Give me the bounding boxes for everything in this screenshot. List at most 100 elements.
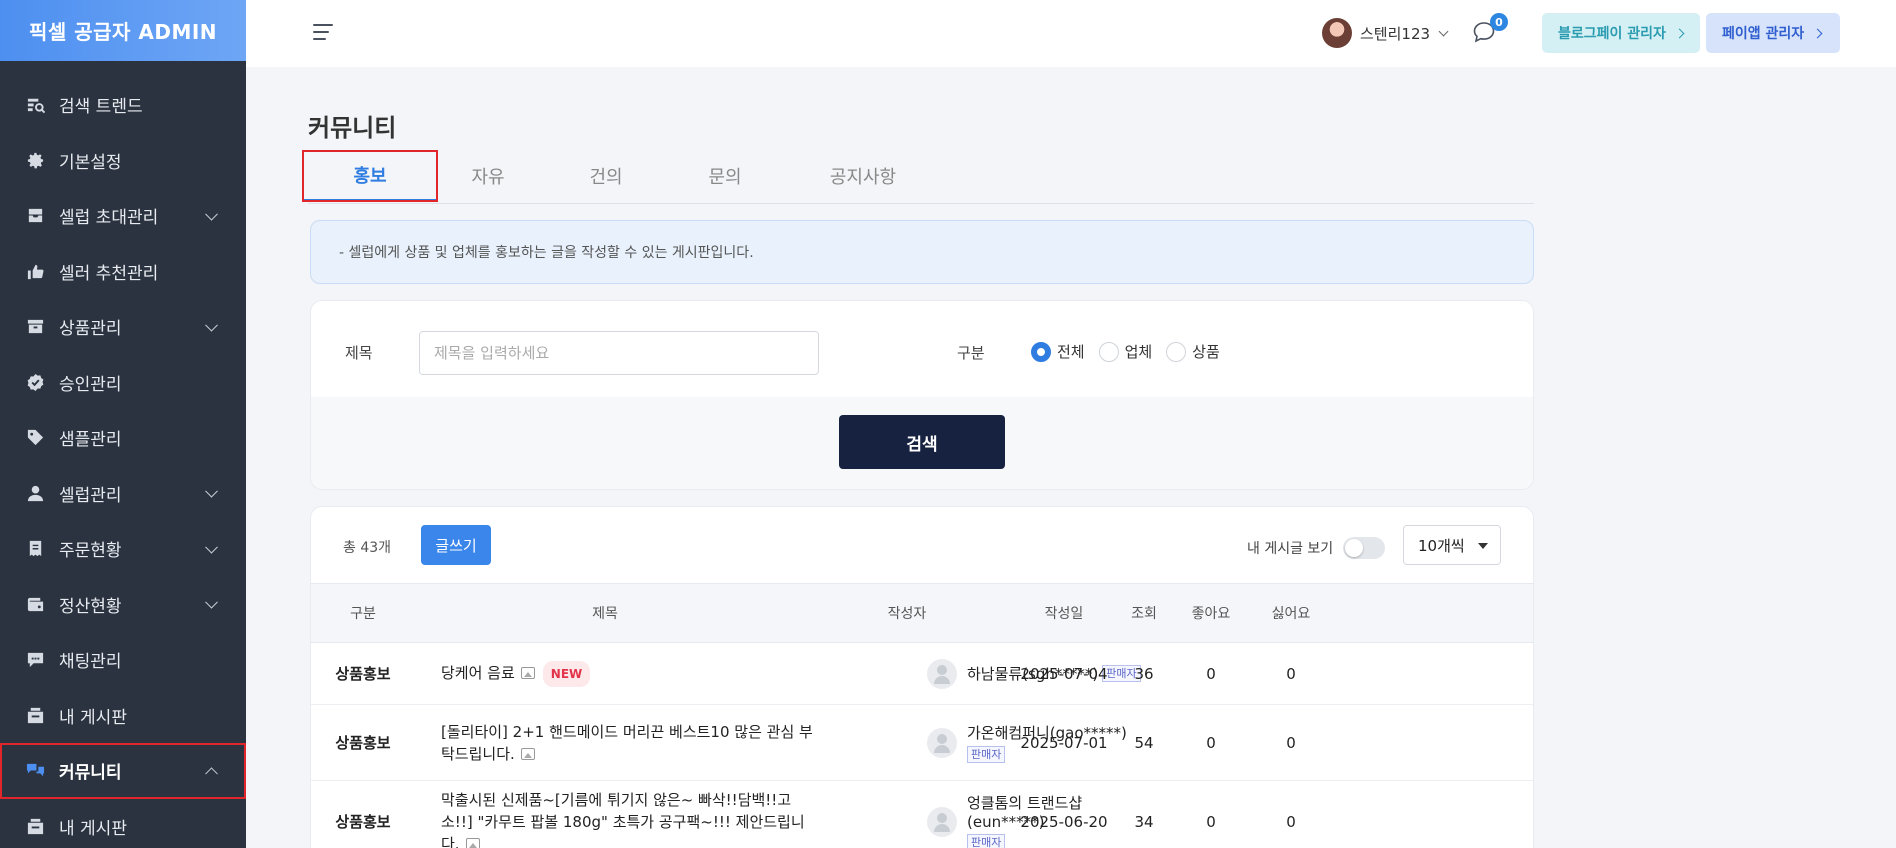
sidebar-item-2[interactable]: 셀럽 초대관리	[0, 188, 246, 244]
gear-icon	[25, 150, 45, 170]
sidebar-item-3[interactable]: 셀러 추천관리	[0, 244, 246, 300]
likes-cell: 0	[1206, 733, 1216, 752]
column-header: 구분	[350, 606, 376, 622]
radio-all-label: 전체	[1057, 343, 1085, 361]
write-post-button[interactable]: 글쓰기	[421, 525, 491, 565]
table-header: 구분 제목 작성자 작성일 조회 좋아요 싫어요	[311, 583, 1533, 643]
chat-count-badge: 0	[1490, 13, 1508, 31]
thumbs-up-icon	[25, 261, 45, 281]
per-page-select[interactable]: 10개씩	[1403, 525, 1501, 565]
date-cell: 2025-06-20	[1020, 812, 1108, 831]
table-row[interactable]: 상품홍보 당케어 음료 NEW 하남물류(sgh*****) 판매자 2025-07-04…	[311, 643, 1533, 705]
sidebar-item-7[interactable]: 셀럽관리	[0, 466, 246, 522]
badge-check-icon	[25, 372, 45, 392]
sidebar: 픽셀 공급자 ADMIN 검색 트렌드기본설정셀럽 초대관리셀러 추천관리상품관…	[0, 0, 246, 848]
tab-suggestion[interactable]: 건의	[566, 150, 646, 202]
radio-all[interactable]: 전체	[1031, 341, 1085, 362]
sidebar-item-10[interactable]: 채팅관리	[0, 632, 246, 688]
column-header: 좋아요	[1191, 606, 1231, 622]
author-avatar-icon	[927, 658, 957, 689]
radio-company-label: 업체	[1124, 343, 1153, 361]
blogpay-admin-button[interactable]: 블로그페이 관리자	[1542, 13, 1700, 53]
sidebar-item-label: 내 게시판	[59, 707, 127, 728]
sidebar-item-13[interactable]: 내 게시판	[0, 799, 246, 848]
sidebar-item-label: 승인관리	[59, 374, 122, 395]
sidebar-item-8[interactable]: 주문현황	[0, 521, 246, 577]
board-tabs: 홍보 자유 건의 문의 공지사항	[302, 150, 1534, 204]
title-cell[interactable]: 당케어 음료 NEW	[441, 643, 821, 704]
sidebar-item-label: 셀럽관리	[59, 485, 122, 506]
post-title[interactable]: 막출시된 신제품~[기름에 튀기지 않은~ 빠삭!!담백!!고소!!] "카무트…	[441, 791, 805, 848]
tab-inquiry[interactable]: 문의	[685, 150, 765, 202]
sidebar-item-12[interactable]: 커뮤니티	[0, 743, 246, 799]
sidebar-item-9[interactable]: 정산현황	[0, 577, 246, 633]
hamburger-menu-icon[interactable]	[313, 24, 333, 42]
inbox-icon	[25, 206, 45, 226]
category-cell: 상품홍보	[335, 813, 391, 831]
sidebar-item-0[interactable]: 검색 트렌드	[0, 77, 246, 133]
my-posts-toggle[interactable]	[1343, 537, 1386, 559]
tab-promotion[interactable]: 홍보	[302, 150, 438, 202]
image-attached-icon	[520, 666, 535, 679]
column-header: 작성일	[1044, 606, 1084, 622]
post-title[interactable]: [돌리타이] 2+1 핸드메이드 머리끈 베스트10 많은 관심 부탁드립니다.	[441, 723, 813, 763]
sidebar-item-label: 셀럽 초대관리	[59, 208, 159, 229]
table-row[interactable]: 상품홍보 [돌리타이] 2+1 핸드메이드 머리끈 베스트10 많은 관심 부탁드…	[311, 705, 1533, 781]
sidebar-item-5[interactable]: 승인관리	[0, 355, 246, 411]
views-cell: 36	[1134, 664, 1154, 683]
seller-badge: 판매자	[967, 746, 1006, 763]
sidebar-item-label: 샘플관리	[59, 430, 122, 451]
radio-product[interactable]: 상품	[1166, 341, 1220, 362]
radio-dot	[1031, 341, 1051, 362]
sidebar-item-1[interactable]: 기본설정	[0, 133, 246, 189]
category-cell: 상품홍보	[335, 665, 391, 683]
dislikes-cell: 0	[1286, 664, 1296, 683]
category-radio-group: 전체 업체 상품	[1031, 341, 1234, 362]
tab-notice[interactable]: 공지사항	[808, 150, 918, 202]
chevron-right-icon	[1812, 28, 1823, 38]
search-button[interactable]: 검색	[839, 415, 1005, 469]
payapp-admin-button[interactable]: 페이앱 관리자	[1706, 13, 1840, 53]
author-avatar-icon	[927, 727, 957, 758]
likes-cell: 0	[1206, 664, 1216, 683]
sidebar-item-label: 내 게시판	[59, 818, 127, 839]
chevron-down-icon	[205, 540, 218, 554]
table-row[interactable]: 상품홍보 막출시된 신제품~[기름에 튀기지 않은~ 빠삭!!담백!!고소!!] …	[311, 781, 1533, 848]
user-menu[interactable]: 스텐리123	[1322, 18, 1449, 48]
chevron-right-icon	[1674, 28, 1685, 38]
post-list: 총 43개 글쓰기 내 게시글 보기 10개씩 구분 제목 작성자 작성일 조회…	[310, 506, 1534, 848]
tab-free[interactable]: 자유	[448, 150, 528, 202]
brand-logo[interactable]: 픽셀 공급자 ADMIN	[0, 0, 246, 61]
page-title: 커뮤니티	[308, 114, 397, 142]
sidebar-nav: 검색 트렌드기본설정셀럽 초대관리셀러 추천관리상품관리승인관리샘플관리셀럽관리…	[0, 61, 246, 848]
date-cell: 2025-07-04	[1020, 664, 1108, 683]
sidebar-item-label: 커뮤니티	[59, 763, 122, 784]
sidebar-item-label: 기본설정	[59, 152, 122, 173]
column-header: 작성자	[887, 606, 927, 622]
sidebar-item-label: 주문현황	[59, 541, 122, 562]
sidebar-item-label: 상품관리	[59, 319, 122, 340]
image-attached-icon	[465, 837, 480, 848]
title-search-input[interactable]	[419, 331, 819, 375]
radio-company[interactable]: 업체	[1098, 341, 1153, 362]
chat-icon	[25, 650, 45, 670]
category-cell: 상품홍보	[335, 734, 391, 752]
title-cell[interactable]: [돌리타이] 2+1 핸드메이드 머리끈 베스트10 많은 관심 부탁드립니다.	[441, 705, 821, 780]
board-icon	[25, 705, 45, 725]
post-title[interactable]: 당케어 음료	[441, 664, 515, 682]
sidebar-item-11[interactable]: 내 게시판	[0, 688, 246, 744]
title-cell[interactable]: 막출시된 신제품~[기름에 튀기지 않은~ 빠삭!!담백!!고소!!] "카무트…	[441, 781, 821, 848]
chat-icon[interactable]: 0	[1472, 13, 1508, 44]
dislikes-cell: 0	[1286, 812, 1296, 831]
receipt-icon	[25, 539, 45, 559]
radio-product-label: 상품	[1192, 343, 1220, 361]
my-posts-filter: 내 게시글 보기	[1247, 537, 1386, 559]
sidebar-item-6[interactable]: 샘플관리	[0, 410, 246, 466]
sidebar-item-label: 정산현황	[59, 596, 122, 617]
sidebar-item-label: 셀러 추천관리	[59, 263, 159, 284]
blogpay-admin-label: 블로그페이 관리자	[1558, 26, 1666, 42]
title-label: 제목	[345, 344, 373, 362]
board-description: - 셀럽에게 상품 및 업체를 홍보하는 글을 작성할 수 있는 게시판입니다.	[310, 220, 1534, 284]
sidebar-item-4[interactable]: 상품관리	[0, 299, 246, 355]
category-label: 구분	[957, 344, 985, 362]
